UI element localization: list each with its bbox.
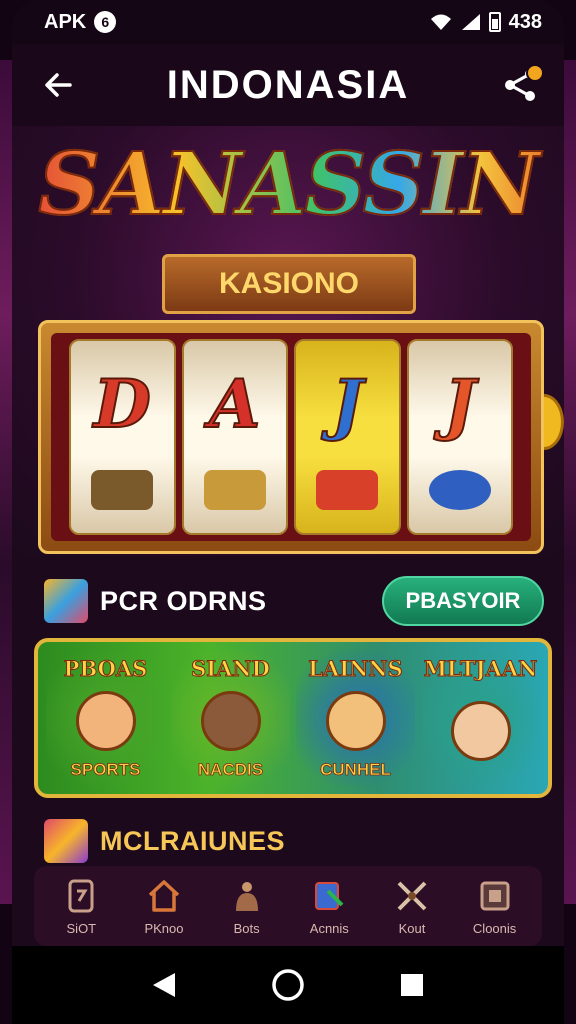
system-navigation-bar: [12, 946, 564, 1024]
game-subtitle: NACDIS: [197, 760, 264, 780]
wifi-icon: [430, 14, 451, 30]
square-recents-icon: [401, 974, 423, 996]
clock: 438: [508, 10, 542, 33]
game-title: SIAND: [191, 656, 271, 682]
swords-icon: [393, 877, 431, 915]
nav-item-box[interactable]: Cloonis: [455, 877, 535, 936]
system-home-button[interactable]: [268, 965, 308, 1005]
game-subtitle: CUNHEL: [320, 760, 392, 780]
game-title: MLTJAAN: [423, 656, 538, 682]
share-notification-dot: [525, 64, 544, 82]
slot-machine: DAJJ: [38, 320, 544, 554]
game-tile[interactable]: SIAND NACDIS: [171, 650, 290, 786]
section-primary: PCR ODRNS PBASYOIR: [12, 568, 564, 634]
phone-screen: APK 6 438 INDONASIA SANASSIN KASIONO D A…: [12, 0, 564, 1024]
nav-item-slot[interactable]: SiOT: [41, 877, 121, 936]
game-subtitle: SPORTS: [70, 760, 141, 780]
carrier-label: APK: [44, 10, 87, 33]
notification-badge: 6: [94, 11, 117, 33]
back-button[interactable]: [38, 65, 78, 105]
nav-label: Acnnis: [309, 920, 349, 936]
nav-item-bag[interactable]: Bots: [207, 877, 287, 936]
nav-label: Bots: [233, 920, 260, 936]
battery-icon: [488, 12, 501, 32]
bottom-navigation: SiOT PKnoo Bots Acnnis Kout Cloonis: [34, 866, 542, 946]
app-header: INDONASIA: [12, 44, 564, 126]
game-tile[interactable]: LAINNS CUNHEL: [296, 650, 415, 786]
game-avatar-icon: [44, 579, 88, 623]
section-gift-icon: [44, 819, 88, 863]
system-back-button[interactable]: [144, 965, 184, 1005]
game-title: PBOAS: [63, 656, 148, 682]
slot-icon: [62, 877, 100, 915]
arrow-left-icon: [45, 73, 72, 97]
triangle-back-icon: [153, 973, 175, 997]
system-recents-button[interactable]: [392, 965, 432, 1005]
game-character-icon: [450, 700, 511, 761]
signal-icon: [461, 14, 480, 30]
section-secondary: MCLRAIUNES: [12, 808, 564, 874]
box-icon: [476, 877, 514, 915]
game-title: LAINNS: [308, 656, 403, 682]
casino-logo: SANASSIN: [12, 133, 564, 236]
play-button[interactable]: PBASYOIR: [382, 576, 544, 626]
nav-label: PKnoo: [144, 920, 184, 936]
slot-reel: J: [406, 339, 513, 535]
game-tile[interactable]: MLTJAAN: [421, 650, 540, 786]
section-secondary-title: MCLRAIUNES: [100, 825, 285, 856]
reel-letter: J: [331, 364, 364, 444]
circle-home-icon: [272, 969, 304, 1001]
nav-item-card[interactable]: Acnnis: [289, 877, 369, 936]
hero-banner[interactable]: SANASSIN KASIONO DAJJ: [12, 126, 564, 556]
game-tile[interactable]: PBOAS SPORTS: [46, 650, 165, 786]
reel-letter: D: [93, 364, 152, 444]
slot-reel: A: [181, 339, 288, 535]
bezel-right: [562, 60, 576, 904]
card-icon: [310, 877, 348, 915]
reel-letter: J: [443, 364, 476, 444]
reel-symbol-icon: [91, 469, 154, 510]
game-character-icon: [325, 690, 386, 751]
page-title: INDONASIA: [166, 62, 410, 107]
ribbon-banner: KASIONO: [162, 254, 416, 314]
status-bar: APK 6 438: [12, 0, 564, 44]
bag-icon: [228, 877, 266, 915]
slot-reel: D: [69, 339, 176, 535]
game-character-icon: [75, 690, 136, 751]
home-icon: [145, 877, 183, 915]
reel-symbol-icon: [203, 469, 266, 510]
share-button[interactable]: [498, 62, 544, 108]
reel-letter: A: [208, 364, 261, 444]
slot-reels: DAJJ: [51, 333, 531, 541]
nav-item-swords[interactable]: Kout: [372, 877, 452, 936]
nav-label: Cloonis: [472, 920, 517, 936]
game-character-icon: [200, 690, 261, 751]
game-carousel: PBOAS SPORTS SIAND NACDIS LAINNS CUNHEL MLTJAA…: [34, 638, 552, 798]
nav-item-home[interactable]: PKnoo: [124, 877, 204, 936]
reel-symbol-icon: [428, 469, 491, 510]
slot-reel: J: [294, 339, 401, 535]
section-primary-title: PCR ODRNS: [100, 585, 267, 616]
ribbon-label: KASIONO: [218, 267, 359, 300]
nav-label: SiOT: [66, 920, 97, 936]
reel-symbol-icon: [316, 469, 379, 510]
nav-label: Kout: [398, 920, 426, 936]
